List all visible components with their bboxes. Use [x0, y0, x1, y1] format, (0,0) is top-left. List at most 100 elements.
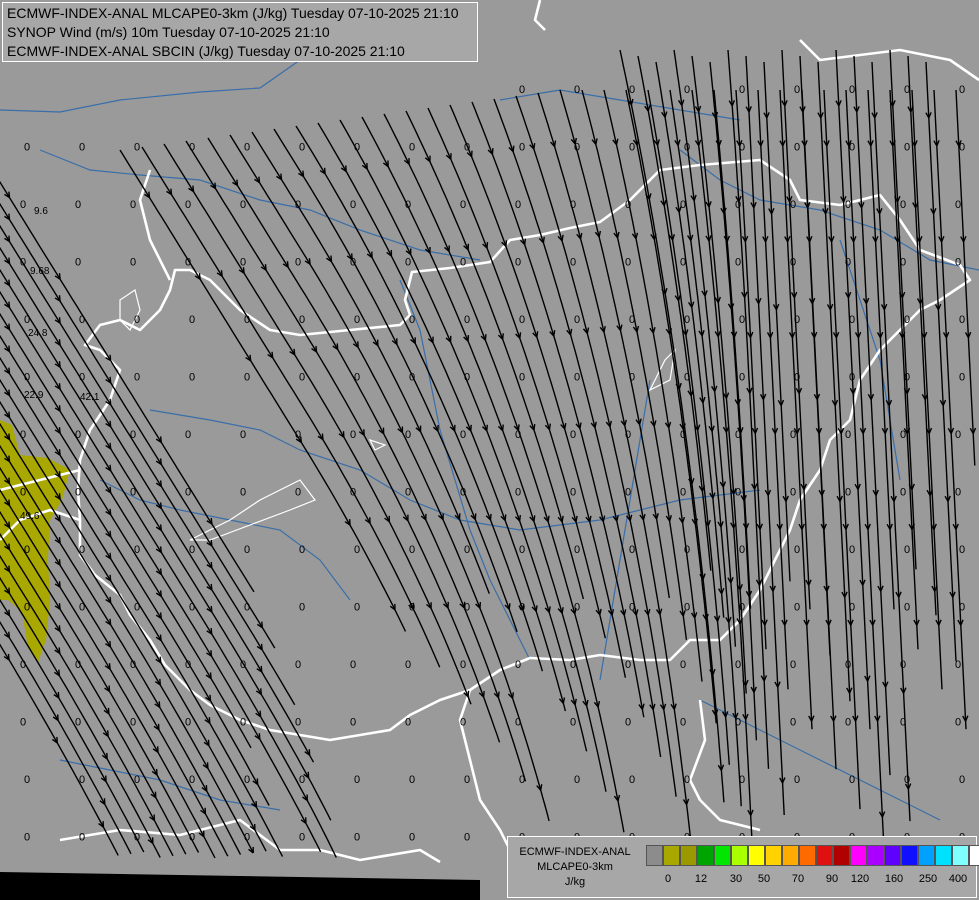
sbcin-value: 0: [904, 314, 910, 326]
sbcin-value: 0: [464, 314, 470, 326]
legend-swatches: [646, 845, 979, 866]
sbcin-value: 0: [295, 199, 301, 211]
sbcin-value: 0: [684, 774, 690, 786]
sbcin-value: 0: [790, 199, 796, 211]
sbcin-value: 0: [625, 199, 631, 211]
legend-tick-label: 30: [729, 873, 743, 885]
sbcin-value: 0: [134, 544, 140, 556]
sbcin-value: 0: [794, 602, 800, 614]
sbcin-value: 0: [24, 544, 30, 556]
sbcin-value: 0: [295, 659, 301, 671]
legend-swatch: [969, 845, 979, 866]
sbcin-value: 0: [849, 142, 855, 154]
sbcin-value: 0: [405, 429, 411, 441]
sbcin-value: 0: [295, 487, 301, 499]
sbcin-value: 0: [904, 84, 910, 96]
sbcin-value: 0: [405, 659, 411, 671]
sbcin-value: 0: [460, 429, 466, 441]
sbcin-value: 0: [460, 717, 466, 729]
cape-value-label: 9.6: [34, 206, 48, 217]
sbcin-value: 0: [684, 602, 690, 614]
sbcin-value: 0: [629, 314, 635, 326]
sbcin-value: 0: [405, 487, 411, 499]
sbcin-value: 0: [515, 199, 521, 211]
sbcin-value: 0: [460, 487, 466, 499]
sbcin-value: 0: [24, 774, 30, 786]
sbcin-value: 0: [904, 372, 910, 384]
sbcin-value: 0: [955, 487, 961, 499]
sbcin-value: 0: [295, 257, 301, 269]
legend-swatch: [850, 845, 867, 866]
sbcin-value: 0: [629, 372, 635, 384]
sbcin-value: 0: [350, 487, 356, 499]
legend-swatch: [731, 845, 748, 866]
sbcin-value: 0: [959, 544, 965, 556]
sbcin-value: 0: [794, 372, 800, 384]
sbcin-value: 0: [244, 832, 250, 844]
sbcin-value: 0: [680, 717, 686, 729]
title-line-wind: SYNOP Wind (m/s) 10m Tuesday 07-10-2025 …: [7, 24, 330, 40]
sbcin-value: 0: [20, 257, 26, 269]
legend-unit: J/kg: [564, 876, 586, 888]
sbcin-value: 0: [464, 832, 470, 844]
sbcin-value: 0: [354, 544, 360, 556]
sbcin-value: 0: [409, 774, 415, 786]
legend-swatch: [867, 845, 884, 866]
sbcin-value: 0: [240, 199, 246, 211]
sbcin-value: 0: [134, 314, 140, 326]
sbcin-value: 0: [240, 659, 246, 671]
sbcin-value: 0: [244, 544, 250, 556]
sbcin-value: 0: [845, 257, 851, 269]
sbcin-value: 0: [519, 142, 525, 154]
sbcin-value: 0: [244, 372, 250, 384]
sbcin-value: 0: [845, 487, 851, 499]
sbcin-value: 0: [350, 717, 356, 729]
sbcin-value: 0: [185, 429, 191, 441]
sbcin-value: 0: [75, 199, 81, 211]
sbcin-value: 0: [189, 314, 195, 326]
sbcin-value: 0: [900, 659, 906, 671]
sbcin-value: 0: [900, 429, 906, 441]
sbcin-value: 0: [405, 199, 411, 211]
sbcin-value: 0: [629, 774, 635, 786]
sbcin-value: 0: [299, 602, 305, 614]
sbcin-value: 0: [244, 774, 250, 786]
sbcin-value: 0: [790, 659, 796, 671]
sbcin-value: 0: [299, 832, 305, 844]
sbcin-value: 0: [735, 199, 741, 211]
sbcin-value: 0: [130, 429, 136, 441]
legend-swatch: [680, 845, 697, 866]
sbcin-value: 0: [570, 717, 576, 729]
sbcin-value: 0: [134, 372, 140, 384]
legend-ticks: 0 12 30 50 70 90 120 160 250 400: [646, 873, 976, 889]
sbcin-value: 0: [735, 257, 741, 269]
sbcin-value: 0: [464, 774, 470, 786]
sbcin-value: 0: [625, 659, 631, 671]
sbcin-value: 0: [20, 717, 26, 729]
sbcin-value: 0: [515, 659, 521, 671]
sbcin-value: 0: [134, 832, 140, 844]
legend-tick-label: 0: [664, 873, 672, 885]
sbcin-value: 0: [519, 544, 525, 556]
sbcin-value: 0: [519, 84, 525, 96]
color-legend: ECMWF-INDEX-ANAL MLCAPE0-3km J/kg 0 12 30 5…: [507, 836, 979, 898]
sbcin-value: 0: [519, 314, 525, 326]
sbcin-value: 0: [460, 199, 466, 211]
legend-swatch: [952, 845, 969, 866]
cape-value-label: 22.9: [24, 390, 44, 401]
legend-swatch: [697, 845, 714, 866]
sbcin-value: 0: [79, 602, 85, 614]
sbcin-value: 0: [409, 314, 415, 326]
title-line-mlcape: ECMWF-INDEX-ANAL MLCAPE0-3km (J/kg) Tues…: [7, 5, 459, 21]
cape-value-label: 24.8: [28, 328, 48, 339]
legend-parameter: MLCAPE0-3km: [537, 861, 613, 873]
sbcin-value: 0: [570, 429, 576, 441]
legend-tick-label: 50: [757, 873, 771, 885]
sbcin-value: 0: [79, 832, 85, 844]
legend-model: ECMWF-INDEX-ANAL: [519, 846, 631, 858]
sbcin-value: 0: [519, 602, 525, 614]
sbcin-value: 0: [794, 544, 800, 556]
sbcin-value: 0: [354, 774, 360, 786]
sbcin-value: 0: [189, 142, 195, 154]
sbcin-value: 0: [574, 84, 580, 96]
